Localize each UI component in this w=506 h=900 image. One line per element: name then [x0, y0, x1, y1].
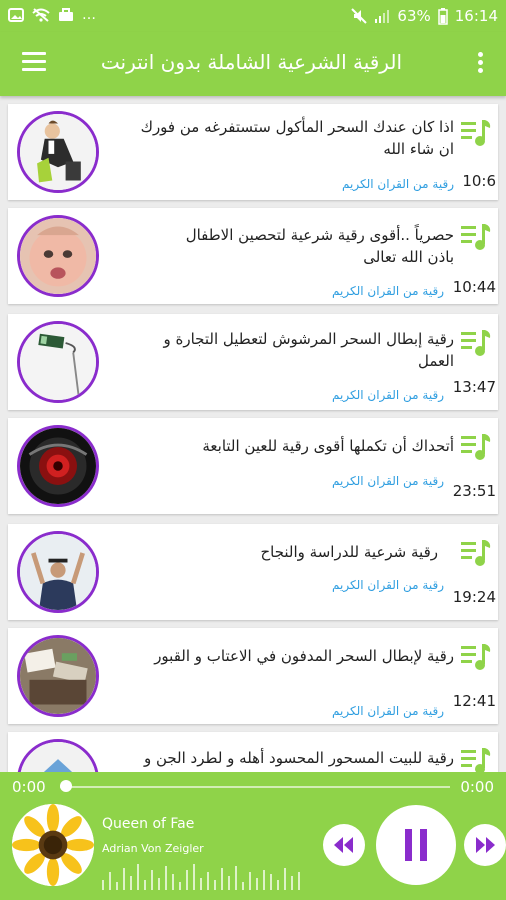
status-bar: … 63% 16:14	[0, 0, 506, 32]
music-playlist-icon	[461, 748, 491, 772]
item-subtitle: رقية من القران الكريم	[332, 704, 444, 718]
play-pause-button[interactable]	[376, 805, 456, 885]
music-playlist-icon	[461, 330, 491, 356]
app-title: الرقية الشرعية الشاملة بدون انترنت	[100, 50, 402, 74]
item-duration: 23:51	[452, 482, 496, 500]
clock: 16:14	[454, 7, 498, 25]
item-title-line2: ان شاء الله	[383, 140, 454, 158]
item-duration: 19:24	[452, 588, 496, 606]
item-title-line2: باذن الله تعالى	[363, 248, 454, 266]
battery-percent: 63%	[397, 7, 431, 25]
item-title-line1: رقية إبطال السحر المرشوش لتعطيل التجارة …	[163, 330, 455, 348]
briefcase-icon	[59, 8, 73, 21]
item-title-line1: حصرياً ..أقوى رقية شرعية لتحصين الاطفال	[185, 226, 454, 244]
list-item[interactable]: رقية لإبطال السحر المدفون في الاعتاب و ا…	[8, 628, 498, 724]
item-title: رقية إبطال السحر المرشوش لتعطيل التجارة …	[84, 328, 455, 372]
more-dots-icon: …	[82, 7, 97, 23]
item-title: أتحداك أن تكملها أقوى رقية للعين التابعة	[84, 435, 454, 457]
seek-thumb[interactable]	[60, 780, 72, 792]
item-title: حصرياً ..أقوى رقية شرعية لتحصين الاطفال …	[84, 224, 454, 268]
music-playlist-icon	[461, 540, 491, 566]
app-bar: الرقية الشرعية الشاملة بدون انترنت	[0, 32, 506, 96]
item-title: رقية لإبطال السحر المدفون في الاعتاب و ا…	[84, 645, 454, 667]
item-title: اذا كان عندك السحر المأكول ستستفرغه من ف…	[84, 116, 454, 160]
item-title-line1: اذا كان عندك السحر المأكول ستستفرغه من ف…	[140, 118, 454, 136]
music-playlist-icon	[461, 434, 491, 460]
pause-icon	[405, 829, 427, 861]
item-title: رقية للبيت المسحور المحسود أهله و لطرد ا…	[84, 747, 454, 769]
item-duration: 12:41	[452, 692, 496, 710]
item-title-line1: رقية للبيت المسحور المحسود أهله و لطرد ا…	[143, 749, 454, 767]
wifi-off-icon	[32, 8, 50, 22]
item-subtitle: رقية من القران الكريم	[332, 388, 444, 402]
track-artist: Adrian Von Zeigler	[102, 842, 204, 855]
item-title-line1: رقية لإبطال السحر المدفون في الاعتاب و ا…	[154, 647, 454, 665]
item-duration: 10:6	[462, 172, 496, 190]
list-item[interactable]: رقية إبطال السحر المرشوش لتعطيل التجارة …	[8, 314, 498, 410]
item-duration: 10:44	[452, 278, 496, 296]
list-item[interactable]: أتحداك أن تكملها أقوى رقية للعين التابعة…	[8, 418, 498, 514]
fast-forward-button[interactable]	[464, 824, 506, 866]
music-playlist-icon	[461, 224, 491, 250]
item-title-line1: رقية شرعية للدراسة والنجاح	[260, 543, 438, 561]
music-player: 0:00 0:00 Queen of Fae Adrian Von Zeigle…	[0, 772, 506, 900]
mute-icon	[351, 8, 368, 24]
item-subtitle: رقية من القران الكريم	[332, 578, 444, 592]
overflow-menu-icon[interactable]	[478, 52, 484, 76]
ruqyah-list[interactable]: اذا كان عندك السحر المأكول ستستفرغه من ف…	[0, 96, 506, 772]
hamburger-menu-icon[interactable]	[22, 52, 46, 74]
list-item[interactable]: اذا كان عندك السحر المأكول ستستفرغه من ف…	[8, 104, 498, 200]
item-subtitle: رقية من القران الكريم	[332, 284, 444, 298]
list-item[interactable]: رقية للبيت المسحور المحسود أهله و لطرد ا…	[8, 732, 498, 772]
rewind-button[interactable]	[323, 824, 365, 866]
rewind-icon	[334, 837, 353, 853]
item-title-line2: العمل	[417, 352, 454, 370]
item-duration: 13:47	[452, 378, 496, 396]
signal-icon	[375, 10, 390, 23]
list-item[interactable]: رقية شرعية للدراسة والنجاح رقية من القرا…	[8, 524, 498, 620]
album-cover	[12, 804, 94, 886]
seek-bar[interactable]	[60, 786, 450, 788]
elapsed-time: 0:00	[12, 778, 46, 796]
item-title-line1: أتحداك أن تكملها أقوى رقية للعين التابعة	[202, 437, 454, 455]
list-item[interactable]: حصرياً ..أقوى رقية شرعية لتحصين الاطفال …	[8, 208, 498, 304]
equalizer-visualizer	[102, 862, 317, 890]
item-subtitle: رقية من القران الكريم	[332, 474, 444, 488]
music-playlist-icon	[461, 120, 491, 146]
item-title: رقية شرعية للدراسة والنجاح	[68, 541, 438, 563]
track-title: Queen of Fae	[102, 816, 195, 832]
battery-icon	[438, 7, 448, 25]
fast-forward-icon	[476, 837, 495, 853]
total-time: 0:00	[460, 778, 494, 796]
music-playlist-icon	[461, 644, 491, 670]
image-icon	[8, 8, 24, 22]
item-subtitle: رقية من القران الكريم	[342, 177, 454, 191]
